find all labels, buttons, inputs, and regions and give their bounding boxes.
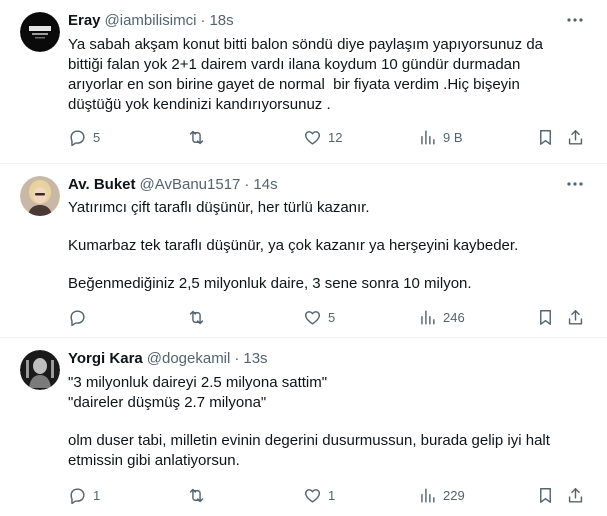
retweet-button[interactable] bbox=[187, 485, 212, 505]
views-icon bbox=[421, 487, 435, 503]
more-icon bbox=[567, 182, 583, 186]
tweet-text: "3 milyonluk daireyi 2.5 milyona sattim"… bbox=[68, 373, 587, 471]
text-line: "3 milyonluk daireyi 2.5 milyona sattim" bbox=[68, 374, 328, 391]
reply-count: 5 bbox=[93, 129, 101, 145]
views-count: 9 B bbox=[443, 129, 463, 145]
views-button[interactable]: 229 bbox=[418, 485, 465, 505]
separator: · bbox=[244, 175, 250, 193]
reply-button[interactable] bbox=[68, 307, 93, 327]
like-count: 5 bbox=[328, 309, 336, 325]
views-count: 246 bbox=[443, 309, 465, 325]
tweet[interactable]: Yorgi Kara @dogekamil · 13s "3 milyonluk… bbox=[0, 338, 607, 516]
retweet-button[interactable] bbox=[187, 127, 212, 147]
text-paragraph: Kumarbaz tek taraflı düşünür, ya çok kaz… bbox=[68, 237, 519, 254]
like-count: 12 bbox=[328, 129, 343, 145]
reply-button[interactable]: 1 bbox=[68, 485, 100, 505]
text-line: arıyorlar en son birine gayet de normal … bbox=[68, 76, 520, 93]
share-icon bbox=[568, 487, 583, 503]
retweet-icon bbox=[189, 310, 204, 324]
share-button[interactable] bbox=[566, 127, 585, 147]
tweet-text: Yatırımcı çift taraflı düşünür, her türl… bbox=[68, 198, 587, 294]
action-bar: 5 12 9 B bbox=[60, 127, 595, 147]
share-button[interactable] bbox=[566, 485, 585, 505]
text-line: "daireler düşmüş 2.7 milyona" bbox=[68, 394, 267, 411]
text-paragraph: Yatırımcı çift taraflı düşünür, her türl… bbox=[68, 199, 370, 216]
bookmark-button[interactable] bbox=[536, 307, 555, 327]
reply-button[interactable]: 5 bbox=[68, 127, 100, 147]
views-icon bbox=[421, 309, 435, 325]
user-handle[interactable]: @dogekamil bbox=[147, 350, 231, 367]
bookmark-icon bbox=[540, 309, 551, 325]
tweet-text: Ya sabah akşam konut bitti balon söndü d… bbox=[68, 35, 587, 115]
tweet-header: Yorgi Kara @dogekamil · 13s bbox=[68, 348, 268, 368]
bookmark-button[interactable] bbox=[536, 485, 555, 505]
tweet[interactable]: Av. Buket @AvBanu1517 · 14s Yatırımcı çi… bbox=[0, 164, 607, 338]
separator: · bbox=[200, 11, 206, 29]
text-line: olm duser tabi, milletin evinin degerini… bbox=[68, 432, 550, 449]
avatar-image bbox=[20, 176, 60, 216]
bookmark-icon bbox=[540, 129, 551, 145]
share-icon bbox=[568, 129, 583, 145]
reply-icon bbox=[70, 487, 85, 504]
more-icon bbox=[567, 18, 583, 22]
action-bar: 1 1 229 bbox=[60, 485, 595, 505]
retweet-button[interactable] bbox=[187, 307, 212, 327]
reply-count: 1 bbox=[93, 487, 101, 503]
text-line: etmissin gibi anlatiyorsun. bbox=[68, 452, 240, 469]
timestamp[interactable]: 18s bbox=[209, 12, 233, 29]
action-bar: 5 246 bbox=[60, 307, 595, 327]
avatar[interactable] bbox=[20, 12, 60, 52]
share-button[interactable] bbox=[566, 307, 585, 327]
bookmark-button[interactable] bbox=[536, 127, 555, 147]
views-count: 229 bbox=[443, 487, 465, 503]
timestamp[interactable]: 14s bbox=[253, 176, 277, 193]
like-button[interactable]: 12 bbox=[303, 127, 342, 147]
like-button[interactable]: 1 bbox=[303, 485, 335, 505]
like-icon bbox=[304, 488, 321, 503]
like-button[interactable]: 5 bbox=[303, 307, 335, 327]
like-icon bbox=[304, 130, 321, 145]
display-name[interactable]: Eray bbox=[68, 12, 101, 29]
like-count: 1 bbox=[328, 487, 336, 503]
more-options-button[interactable] bbox=[565, 10, 585, 30]
user-handle[interactable]: @iambilisimci bbox=[105, 12, 197, 29]
display-name[interactable]: Yorgi Kara bbox=[68, 350, 143, 367]
reply-icon bbox=[70, 129, 85, 146]
display-name[interactable]: Av. Buket bbox=[68, 176, 136, 193]
like-icon bbox=[304, 310, 321, 325]
user-handle[interactable]: @AvBanu1517 bbox=[140, 176, 241, 193]
tweet-header: Av. Buket @AvBanu1517 · 14s bbox=[68, 174, 278, 194]
timestamp[interactable]: 13s bbox=[243, 350, 267, 367]
bookmark-icon bbox=[540, 487, 551, 503]
more-options-button[interactable] bbox=[565, 174, 585, 194]
avatar-image bbox=[20, 350, 60, 390]
tweet-header: Eray @iambilisimci · 18s bbox=[68, 10, 234, 30]
timeline: Eray @iambilisimci · 18s Ya sabah akşam … bbox=[0, 0, 607, 516]
separator: · bbox=[234, 349, 240, 367]
views-icon bbox=[421, 129, 435, 145]
avatar[interactable] bbox=[20, 350, 60, 390]
tweet[interactable]: Eray @iambilisimci · 18s Ya sabah akşam … bbox=[0, 0, 607, 164]
views-button[interactable]: 9 B bbox=[418, 127, 463, 147]
text-paragraph: Beğenmediğiniz 2,5 milyonluk daire, 3 se… bbox=[68, 275, 472, 292]
retweet-icon bbox=[189, 488, 204, 502]
avatar-image bbox=[20, 12, 60, 52]
text-line: düştüğü yok kendinizi kandırıyorsunuz . bbox=[68, 96, 331, 113]
views-button[interactable]: 246 bbox=[418, 307, 465, 327]
text-line: Ya sabah akşam konut bitti balon söndü d… bbox=[68, 36, 544, 53]
share-icon bbox=[568, 309, 583, 325]
reply-icon bbox=[70, 309, 85, 326]
avatar[interactable] bbox=[20, 176, 60, 216]
text-line: bittiği falan yok 2+1 dairem vardı ilana… bbox=[68, 56, 521, 73]
retweet-icon bbox=[189, 130, 204, 144]
